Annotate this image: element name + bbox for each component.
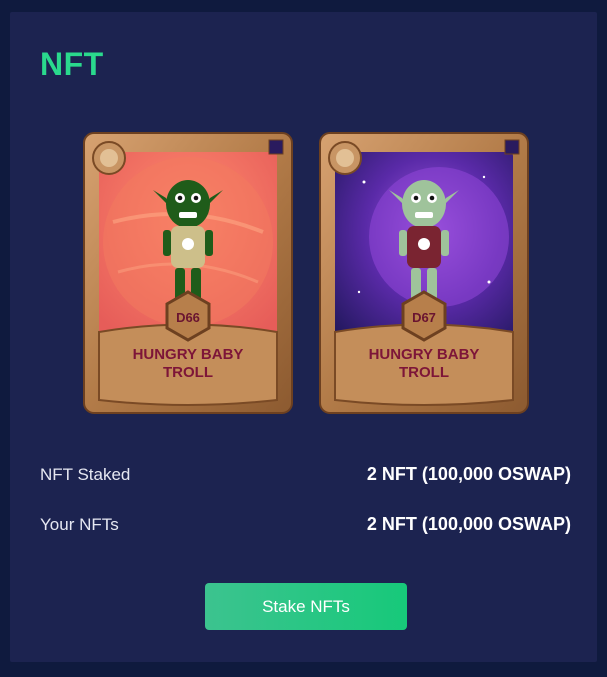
nft-staked-row: NFT Staked 2 NFT (100,000 OSWAP) [40,464,571,485]
your-nfts-row: Your NFTs 2 NFT (100,000 OSWAP) [40,514,571,535]
your-nfts-label: Your NFTs [40,514,119,534]
nft-staked-value: 2 NFT (100,000 OSWAP) [366,464,571,484]
page-title: NFT [40,46,104,82]
your-nfts-value: 2 NFT (100,000 OSWAP) [366,514,571,534]
nft-number: D67 [412,310,436,325]
nft-staked-label: NFT Staked [40,464,131,484]
nft-name: HUNGRY BABY TROLL [132,346,244,381]
nft-number: D66 [176,310,200,325]
nft-card-1[interactable]: D66 HUNGRY BABY TROLL [83,132,293,414]
nft-panel: NFT D66 HUNGRY BABY TROLL D67 HUNGRY BAB… [10,12,597,662]
stake-nfts-button[interactable]: Stake NFTs [205,583,407,630]
nft-name: HUNGRY BABY TROLL [368,346,480,381]
nft-card-2[interactable]: D67 HUNGRY BABY TROLL [319,132,529,414]
